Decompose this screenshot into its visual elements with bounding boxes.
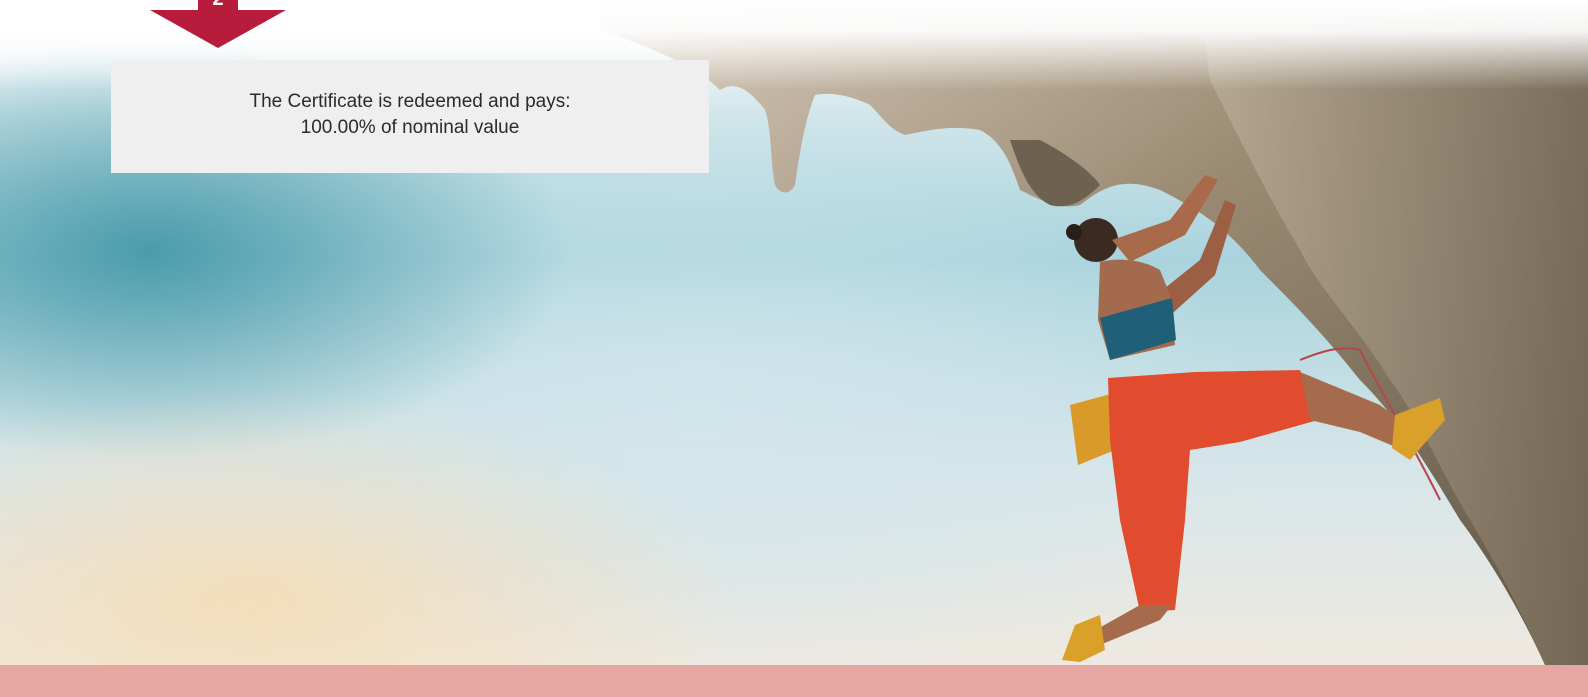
redemption-text-line1: The Certificate is redeemed and pays: — [249, 91, 571, 112]
rock-face — [1200, 0, 1588, 665]
step-marker: 2 — [150, 0, 286, 48]
bottom-band — [0, 665, 1588, 697]
redemption-info-card: The Certificate is redeemed and pays: 10… — [111, 60, 709, 173]
step-number: 2 — [150, 0, 286, 9]
redemption-text-line2: 100.00% of nominal value — [300, 117, 520, 138]
